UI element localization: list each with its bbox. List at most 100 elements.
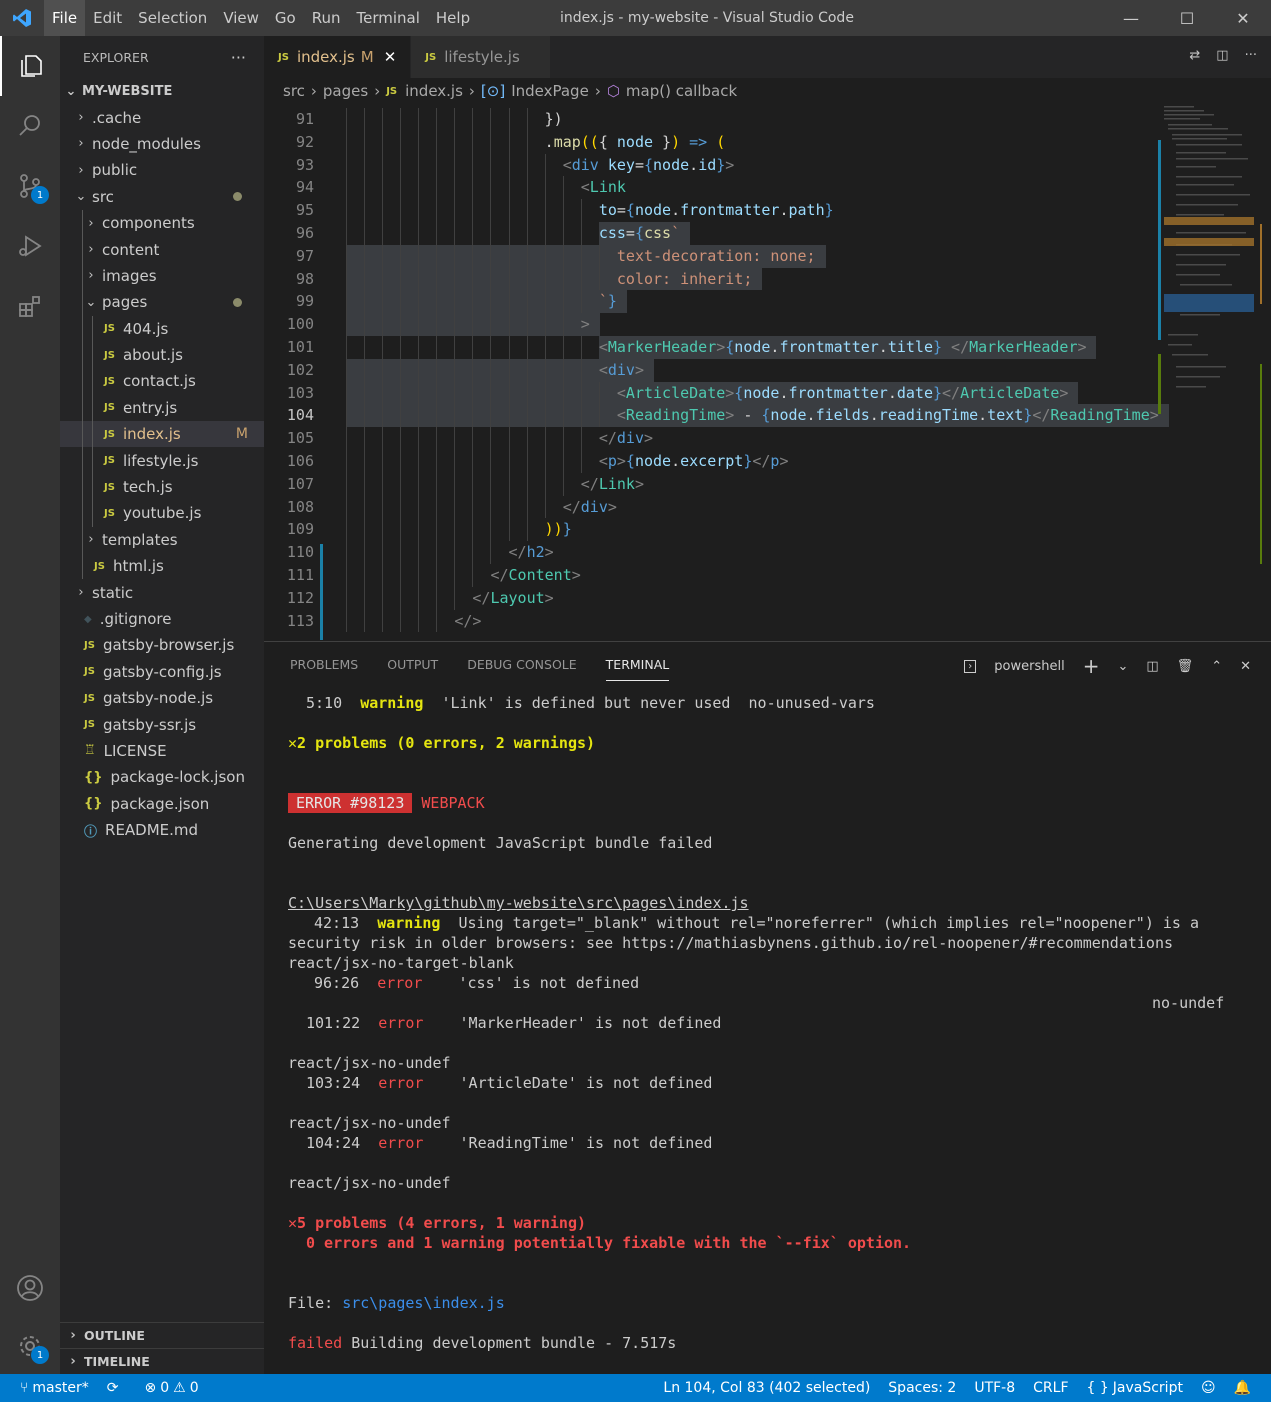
branch-indicator[interactable]: ⑂ master* xyxy=(0,1380,98,1396)
indent-guide xyxy=(508,358,510,382)
search-icon[interactable] xyxy=(0,96,60,156)
breadcrumb-file[interactable]: index.js xyxy=(405,82,463,100)
notifications-bell-icon[interactable]: 🔔 xyxy=(1225,1380,1271,1396)
menu-file[interactable]: File xyxy=(44,0,86,36)
close-panel-icon[interactable]: ✕ xyxy=(1240,659,1251,674)
minimize-icon[interactable]: — xyxy=(1103,0,1159,36)
line-ending[interactable]: CRLF xyxy=(1024,1380,1077,1396)
folder-pages[interactable]: ⌄ pages xyxy=(60,289,264,316)
close-window-icon[interactable]: ✕ xyxy=(1215,0,1271,36)
term-file-path[interactable]: src\pages\index.js xyxy=(342,1294,505,1312)
file-gatsby-config-js[interactable]: JS gatsby-config.js xyxy=(60,659,264,685)
new-terminal-icon[interactable]: + xyxy=(1083,654,1100,678)
file-entry-js[interactable]: JS entry.js xyxy=(60,394,264,422)
file-gatsby-browser-js[interactable]: JS gatsby-browser.js xyxy=(60,632,264,658)
folder-static[interactable]: › static xyxy=(60,579,264,605)
encoding[interactable]: UTF-8 xyxy=(965,1380,1024,1396)
term-filepath-link[interactable]: C:\Users\Marky\github\my-website\src\pag… xyxy=(288,893,749,913)
title-bar: File Edit Selection View Go Run Terminal Help i… xyxy=(0,0,1271,36)
workspace-root[interactable]: ⌄ MY-WEBSITE xyxy=(60,78,264,104)
terminal-output[interactable]: 5:10 warning 'Link' is defined but never… xyxy=(264,686,1271,1375)
indent-guide xyxy=(346,495,347,519)
file-package-json[interactable]: {} package.json xyxy=(60,791,264,817)
breadcrumb-pages[interactable]: pages xyxy=(323,82,368,100)
indent-guide xyxy=(490,244,492,268)
split-terminal-icon[interactable]: ◫ xyxy=(1146,659,1158,674)
run-debug-icon[interactable] xyxy=(0,216,60,276)
breadcrumb-symbol[interactable]: IndexPage xyxy=(511,82,589,100)
outline-section[interactable]: › OUTLINE xyxy=(60,1322,264,1348)
maximize-panel-icon[interactable]: ⌃ xyxy=(1211,659,1222,674)
folder-public[interactable]: › public xyxy=(60,157,264,183)
account-icon[interactable] xyxy=(0,1258,60,1318)
source-control-icon[interactable]: 1 xyxy=(0,156,60,216)
code-editor[interactable]: 91}) 92 .map(({ node }) => (93 <div key={no… xyxy=(264,104,1271,640)
folder-components[interactable]: › components xyxy=(60,209,264,237)
file-gatsby-ssr-js[interactable]: JS gatsby-ssr.js xyxy=(60,711,264,737)
folder-cache[interactable]: › .cache xyxy=(60,104,264,130)
tab-output[interactable]: OUTPUT xyxy=(387,657,438,672)
explorer-more-icon[interactable]: ··· xyxy=(231,48,246,67)
file-license[interactable]: ♖ LICENSE xyxy=(60,738,264,764)
settings-gear-icon[interactable]: 1 xyxy=(0,1316,60,1376)
tab-terminal[interactable]: TERMINAL xyxy=(605,657,670,681)
folder-images[interactable]: › images xyxy=(60,262,264,290)
folder-src[interactable]: ⌄ src xyxy=(60,184,264,210)
file-gitignore[interactable]: ◆ .gitignore xyxy=(60,606,264,632)
minimap[interactable] xyxy=(1158,104,1256,640)
menu-help[interactable]: Help xyxy=(428,0,478,36)
code-text: </Content> xyxy=(490,564,580,587)
open-changes-icon[interactable]: ⇄ xyxy=(1189,48,1200,63)
file-404-js[interactable]: JS 404.js xyxy=(60,315,264,342)
explorer-icon[interactable] xyxy=(0,36,60,96)
menu-terminal[interactable]: Terminal xyxy=(349,0,428,36)
indent-guide xyxy=(490,176,492,200)
file-lifestyle-js[interactable]: JS lifestyle.js xyxy=(60,447,264,474)
tab-problems[interactable]: PROBLEMS xyxy=(290,657,358,672)
feedback-icon[interactable]: ☺ xyxy=(1192,1380,1225,1396)
menu-edit[interactable]: Edit xyxy=(85,0,130,36)
indentation[interactable]: Spaces: 2 xyxy=(879,1380,965,1396)
folder-node-modules[interactable]: › node_modules xyxy=(60,131,264,157)
tab-debug-console[interactable]: DEBUG CONSOLE xyxy=(467,657,576,672)
menu-run[interactable]: Run xyxy=(304,0,349,36)
tab-close-icon[interactable]: ✕ xyxy=(384,48,397,66)
file-contact-js[interactable]: JS contact.js xyxy=(60,368,264,395)
terminal-shell-select[interactable]: powershell xyxy=(994,659,1064,674)
code-token: = xyxy=(634,155,644,174)
problems-indicator[interactable]: ⊗ 0 ⚠ 0 xyxy=(136,1380,208,1396)
breadcrumb-src[interactable]: src xyxy=(283,82,305,100)
language-mode[interactable]: { } JavaScript xyxy=(1078,1380,1192,1396)
folder-templates[interactable]: › templates xyxy=(60,526,264,554)
indent-guide xyxy=(346,199,347,222)
menu-selection[interactable]: Selection xyxy=(130,0,215,36)
sync-icon[interactable]: ⟳ xyxy=(98,1380,128,1396)
menu-go[interactable]: Go xyxy=(267,0,304,36)
extensions-icon[interactable] xyxy=(0,276,60,336)
cursor-position[interactable]: Ln 104, Col 83 (402 selected) xyxy=(654,1380,879,1396)
editor-scrollbar[interactable] xyxy=(1256,104,1270,640)
settings-badge: 1 xyxy=(31,1346,49,1364)
terminal-dropdown-icon[interactable]: ⌄ xyxy=(1117,659,1128,674)
menu-view[interactable]: View xyxy=(215,0,267,36)
more-actions-icon[interactable]: ··· xyxy=(1245,48,1257,63)
file-package-lock-json[interactable]: {} package-lock.json xyxy=(60,764,264,790)
file-html-js[interactable]: JS html.js xyxy=(60,553,264,580)
tab-index-js[interactable]: JS index.js M ✕ xyxy=(264,36,412,78)
indent-guide xyxy=(526,495,528,519)
file-gatsby-node-js[interactable]: JS gatsby-node.js xyxy=(60,685,264,711)
code-line: 92 .map(({ node }) => ( xyxy=(264,130,1271,154)
maximize-icon[interactable]: ☐ xyxy=(1159,0,1215,36)
file-about-js[interactable]: JS about.js xyxy=(60,341,264,369)
file-youtube-js[interactable]: JS youtube.js xyxy=(60,500,264,527)
timeline-section[interactable]: › TIMELINE xyxy=(60,1348,264,1374)
tab-lifestyle-js[interactable]: JS lifestyle.js xyxy=(411,36,551,78)
split-editor-icon[interactable]: ◫ xyxy=(1216,48,1228,63)
breadcrumb-callback[interactable]: map() callback xyxy=(626,82,737,100)
folder-content[interactable]: › content xyxy=(60,236,264,263)
file-tech-js[interactable]: JS tech.js xyxy=(60,473,264,501)
kill-terminal-icon[interactable]: 🗑 xyxy=(1177,659,1194,674)
code-token: </ xyxy=(1032,406,1051,425)
file-index-js[interactable]: JS index.js M xyxy=(60,421,264,448)
file-readme-md[interactable]: ⓘ README.md xyxy=(60,817,264,843)
